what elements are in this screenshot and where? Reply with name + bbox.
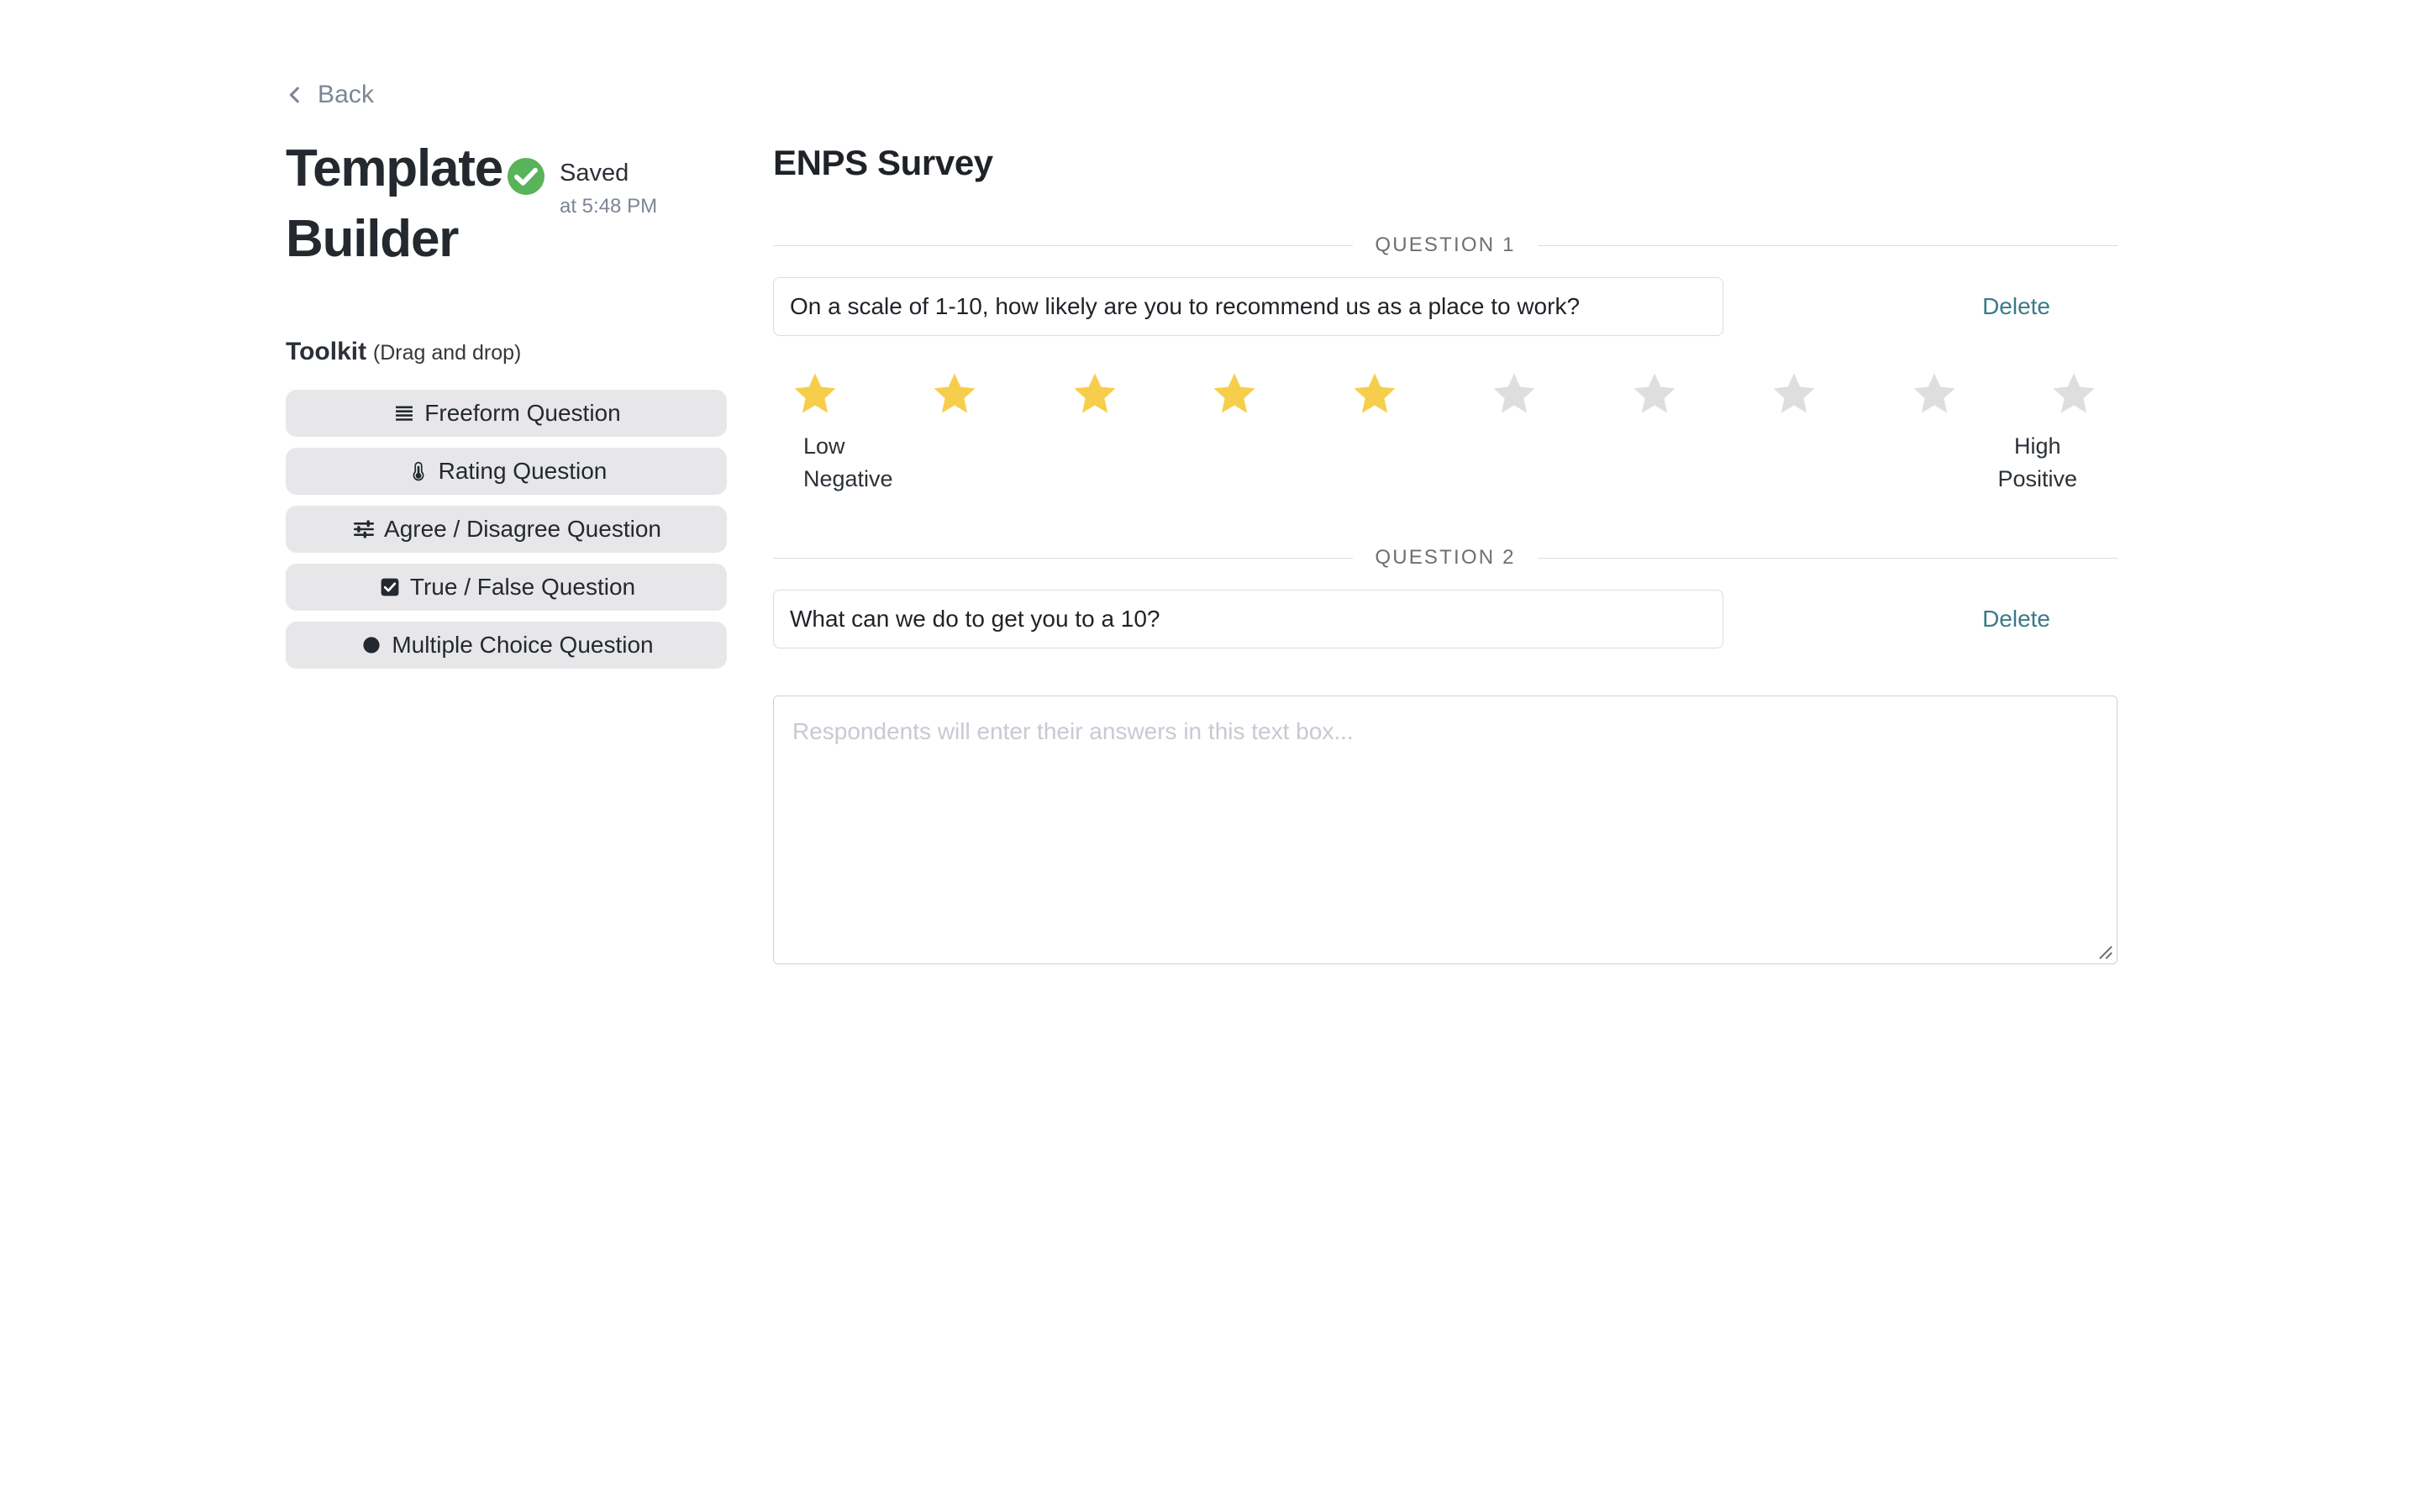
tool-true-false-question[interactable]: True / False Question	[286, 564, 727, 611]
rating-high-line2: Positive	[1997, 466, 2077, 492]
star-icon-7-empty[interactable]	[1631, 370, 1678, 417]
question-1-text: On a scale of 1-10, how likely are you t…	[790, 293, 1581, 319]
toolkit-heading-label: Toolkit	[286, 338, 367, 365]
saved-label: Saved	[560, 160, 629, 186]
tool-label: Agree / Disagree Question	[384, 516, 661, 542]
filled-circle-icon	[359, 633, 384, 658]
back-label: Back	[318, 81, 375, 108]
saved-timestamp: at 5:48 PM	[560, 194, 658, 218]
divider-rule-right	[1537, 244, 2118, 246]
question-1-divider: QUESTION 1	[773, 234, 2118, 256]
sliders-icon	[351, 517, 376, 542]
star-icon-2-filled[interactable]	[931, 370, 978, 417]
divider-rule-left	[773, 557, 1354, 559]
survey-editor: ENPS Survey QUESTION 1 On a scale of 1-1…	[773, 143, 2118, 965]
question-1-text-input[interactable]: On a scale of 1-10, how likely are you t…	[773, 277, 1723, 336]
page-title: Template Builder	[286, 143, 503, 268]
rating-high-line1: High	[2013, 433, 2061, 459]
page-title-line1: Template	[286, 139, 503, 197]
chevron-left-icon	[289, 87, 299, 103]
tool-label: True / False Question	[409, 574, 636, 600]
question-1-label: QUESTION 1	[1375, 234, 1516, 256]
tool-multiple-choice-question[interactable]: Multiple Choice Question	[286, 622, 727, 669]
toolkit-heading-hint: (Drag and drop)	[372, 341, 522, 365]
divider-rule-left	[773, 244, 1354, 246]
divider-rule-right	[1537, 557, 2118, 559]
question-2-delete-button[interactable]: Delete	[1982, 590, 2118, 648]
resize-handle-icon[interactable]	[2095, 942, 2113, 960]
tool-rating-question[interactable]: Rating Question	[286, 448, 727, 495]
star-icon-10-empty[interactable]	[2050, 370, 2097, 417]
page-title-line2: Builder	[286, 210, 459, 268]
tool-label: Freeform Question	[424, 400, 621, 426]
freeform-answer-textarea[interactable]: Respondents will enter their answers in …	[773, 696, 2118, 965]
freeform-answer-placeholder: Respondents will enter their answers in …	[792, 718, 1354, 745]
question-2-text-input[interactable]: What can we do to get you to a 10?	[773, 590, 1723, 649]
question-2-label: QUESTION 2	[1375, 546, 1516, 570]
survey-title: ENPS Survey	[773, 143, 993, 182]
star-icon-1-filled[interactable]	[792, 370, 839, 417]
back-button[interactable]: Back	[286, 81, 374, 109]
builder-title-row: Template Builder Saved at 5:48 PM	[286, 143, 731, 265]
question-2-divider: QUESTION 2	[773, 546, 2118, 570]
thermometer-icon	[406, 459, 431, 484]
tool-freeform-question[interactable]: Freeform Question	[286, 390, 727, 437]
star-icon-5-filled[interactable]	[1351, 370, 1398, 417]
saved-text-block: Saved at 5:48 PM	[560, 156, 657, 219]
question-1-row: On a scale of 1-10, how likely are you t…	[773, 277, 2118, 336]
list-lines-icon	[392, 401, 417, 426]
sidebar: Back Template Builder Saved at 5:48 PM T…	[286, 81, 731, 669]
rating-low-line1: Low	[803, 433, 845, 459]
template-builder-page: Back Template Builder Saved at 5:48 PM T…	[0, 0, 2420, 1512]
toolkit-heading: Toolkit (Drag and drop)	[286, 338, 731, 366]
toolkit-list: Freeform Question Rating Question Agree …	[286, 390, 727, 669]
checkbox-checked-icon	[377, 575, 402, 600]
rating-stars-row	[773, 370, 2118, 417]
question-1-delete-button[interactable]: Delete	[1982, 277, 2118, 336]
star-icon-8-empty[interactable]	[1770, 370, 1818, 417]
rating-scale-low-label: Low Negative	[803, 430, 893, 496]
rating-scale-high-label: High Positive	[1997, 430, 2099, 496]
star-icon-4-filled[interactable]	[1211, 370, 1258, 417]
rating-low-line2: Negative	[803, 466, 893, 492]
question-2-text: What can we do to get you to a 10?	[790, 606, 1160, 633]
star-icon-6-empty[interactable]	[1491, 370, 1538, 417]
star-icon-3-filled[interactable]	[1071, 370, 1118, 417]
tool-agree-disagree-question[interactable]: Agree / Disagree Question	[286, 506, 727, 553]
rating-scale-labels: Low Negative High Positive	[773, 430, 2118, 496]
tool-label: Multiple Choice Question	[392, 632, 654, 658]
saved-status: Saved at 5:48 PM	[506, 156, 657, 219]
check-circle-icon	[508, 158, 544, 195]
question-2-row: What can we do to get you to a 10? Delet…	[773, 590, 2118, 649]
tool-label: Rating Question	[438, 458, 608, 484]
star-icon-9-empty[interactable]	[1911, 370, 1958, 417]
